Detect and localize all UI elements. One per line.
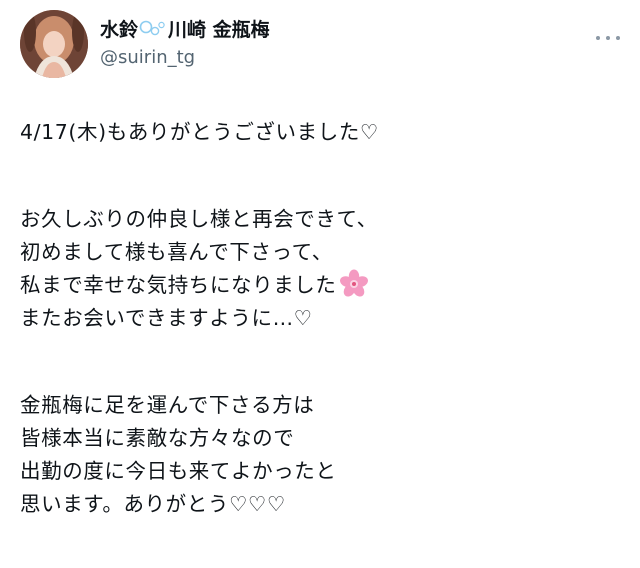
more-dot: [606, 36, 610, 40]
tweet-line: 4/17(木)もありがとうございました♡: [20, 120, 379, 144]
bubbles-icon: [139, 20, 167, 38]
avatar[interactable]: [20, 10, 88, 78]
more-dot: [596, 36, 600, 40]
tweet-line-with-emoji: 私まで幸せな気持ちになりました: [20, 269, 620, 302]
more-dot: [616, 36, 620, 40]
cherry-blossom-icon: [339, 269, 369, 299]
tweet-line-text: 私まで幸せな気持ちになりました: [20, 273, 337, 297]
more-options-icon[interactable]: [596, 32, 620, 44]
display-name-part2: 川崎 金瓶梅: [168, 19, 270, 41]
tweet-text: 4/17(木)もありがとうございました♡ お久しぶりの仲良し様と再会できて、 初…: [20, 116, 620, 521]
user-handle[interactable]: @suirin_tg: [100, 46, 270, 70]
user-names: 水鈴 川崎 金瓶梅 @suirin_tg: [100, 18, 270, 70]
tweet-line: 初めまして様も喜んで下さって、: [20, 240, 333, 264]
tweet-header: 水鈴 川崎 金瓶梅 @suirin_tg: [20, 10, 620, 80]
tweet-line: 皆様本当に素敵な方々なので: [20, 426, 295, 450]
tweet-line: 金瓶梅に足を運んで下さる方は: [20, 393, 315, 417]
tweet-line: またお会いできますように…♡: [20, 306, 313, 330]
tweet-line: お久しぶりの仲良し様と再会できて、: [20, 207, 378, 231]
display-name-part1: 水鈴: [100, 19, 139, 41]
tweet: 水鈴 川崎 金瓶梅 @suirin_tg 4/17(木)もありがとうございました♡…: [0, 0, 640, 568]
tweet-line: 出勤の度に今日も来てよかったと: [20, 459, 337, 483]
display-name[interactable]: 水鈴 川崎 金瓶梅: [100, 18, 270, 42]
tweet-line: 思います。ありがとう♡♡♡: [20, 492, 286, 516]
